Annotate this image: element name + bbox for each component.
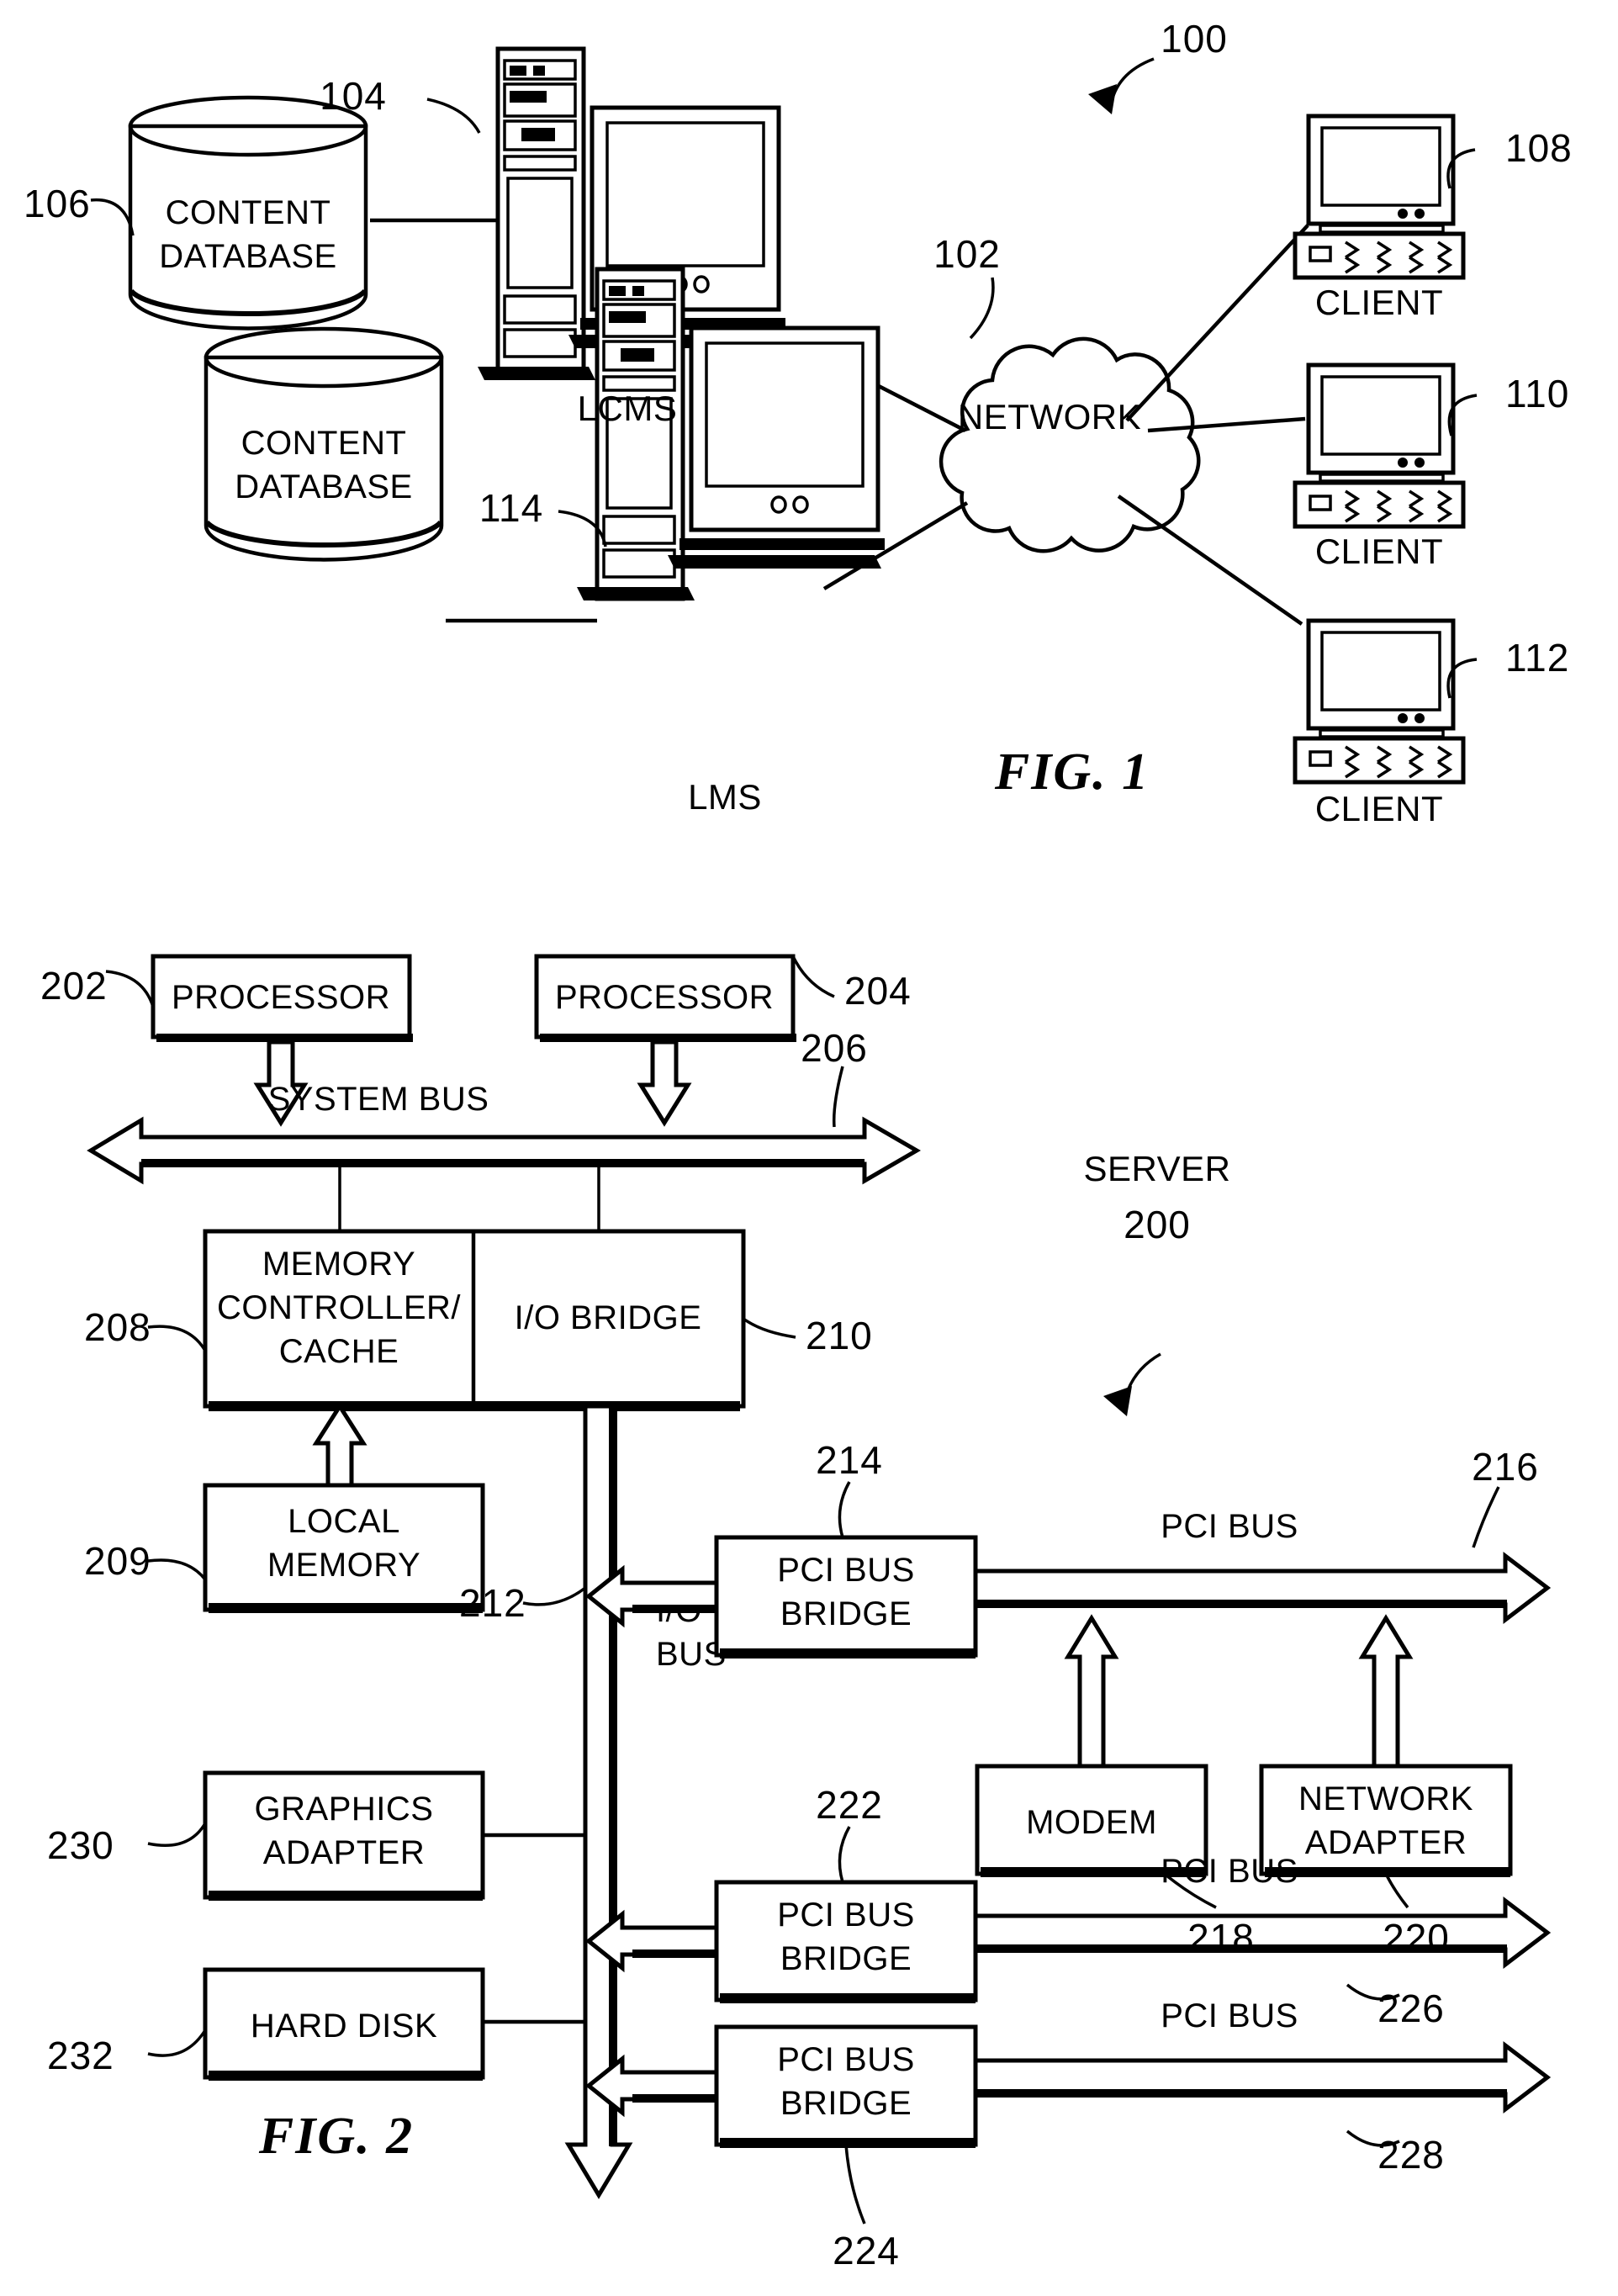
ref-224: 224 xyxy=(833,2229,900,2272)
ref-202: 202 xyxy=(40,964,108,1008)
leader-204 xyxy=(792,957,835,998)
pci-bus-226-label: PCI BUS xyxy=(1161,1853,1298,1890)
pci-bus-226-arrow xyxy=(973,1896,1552,1970)
netadapter-to-pci216-arrow xyxy=(1358,1614,1414,1769)
leader-224 xyxy=(844,2144,866,2225)
leader-208 xyxy=(147,1325,207,1352)
ref-226: 226 xyxy=(1377,1987,1445,2030)
ref-204: 204 xyxy=(844,969,912,1013)
pci-bus-216-arrow xyxy=(973,1551,1552,1625)
leader-220 xyxy=(1384,1873,1409,1909)
local-memory-line1: LOCAL xyxy=(288,1503,400,1540)
leader-210 xyxy=(742,1317,796,1339)
leader-214 xyxy=(838,1481,851,1538)
ref-208: 208 xyxy=(84,1305,151,1349)
ref-222: 222 xyxy=(816,1783,883,1827)
patent-drawing-sheet: 106 104 114 102 100 108 110 112 CONTENT … xyxy=(0,0,1618,2296)
pci-bus-216-label: PCI BUS xyxy=(1161,1508,1298,1545)
memory-controller-line1: MEMORY xyxy=(262,1246,415,1283)
leader-206 xyxy=(832,1066,844,1128)
modem-to-pci216-arrow xyxy=(1064,1614,1119,1769)
ref-220: 220 xyxy=(1383,1916,1450,1960)
local-memory-to-memctl-arrow xyxy=(312,1402,367,1488)
ref-228: 228 xyxy=(1377,2133,1445,2177)
pci-bus-228-arrow xyxy=(973,2040,1552,2114)
ref-232: 232 xyxy=(47,2034,114,2077)
memory-controller-line3: CACHE xyxy=(279,1333,399,1370)
leader-230 xyxy=(147,1823,207,1847)
ref-210: 210 xyxy=(806,1314,873,1357)
system-bus-arrow xyxy=(87,1116,921,1185)
leader-222 xyxy=(838,1826,851,1883)
ref-206: 206 xyxy=(801,1026,868,1070)
system-bus-label: SYSTEM BUS xyxy=(268,1081,489,1118)
pci-bridge-214-line2: BRIDGE xyxy=(780,1595,912,1632)
modem-label: MODEM xyxy=(1026,1804,1157,1841)
network-adapter-line2: ADAPTER xyxy=(1305,1824,1467,1861)
server-ref: 200 xyxy=(1124,1203,1191,1246)
leader-209 xyxy=(147,1558,207,1581)
server-label: SERVER xyxy=(1084,1149,1231,1188)
hard-disk-label: HARD DISK xyxy=(251,2008,437,2045)
pci-bridge-224-line2: BRIDGE xyxy=(780,2085,912,2122)
local-memory-line2: MEMORY xyxy=(267,1547,420,1584)
graphics-adapter-line2: ADAPTER xyxy=(263,1834,425,1871)
leader-202 xyxy=(105,970,155,1008)
io-bridge-label: I/O BRIDGE xyxy=(515,1299,702,1336)
leader-212 xyxy=(522,1586,587,1606)
figure-2-caption: FIG. 2 xyxy=(258,2108,414,2165)
leader-232 xyxy=(147,2029,207,2057)
pci-bridge-224-line1: PCI BUS xyxy=(777,2041,915,2078)
ref-212: 212 xyxy=(459,1581,526,1625)
ref-214: 214 xyxy=(816,1438,883,1482)
network-adapter-line1: NETWORK xyxy=(1298,1780,1473,1817)
pci-bridge-222-line1: PCI BUS xyxy=(777,1897,915,1934)
pci-bridge-214-line1: PCI BUS xyxy=(777,1552,915,1589)
figure-2-group: PROCESSOR PROCESSOR SYSTEM BUS MEMORY CO… xyxy=(40,954,1552,2272)
pci-bridge-222-line2: BRIDGE xyxy=(780,1940,912,1977)
processor-204-to-bus-arrow xyxy=(637,1040,692,1127)
ref-216: 216 xyxy=(1472,1445,1539,1489)
processor-202-label: PROCESSOR xyxy=(172,979,390,1016)
ref-209: 209 xyxy=(84,1539,151,1583)
memory-controller-line2: CONTROLLER/ xyxy=(217,1289,461,1326)
ref-218: 218 xyxy=(1187,1916,1255,1960)
leader-216 xyxy=(1472,1486,1500,1548)
graphics-adapter-line1: GRAPHICS xyxy=(255,1791,434,1828)
pci-bus-228-label: PCI BUS xyxy=(1161,1997,1298,2034)
processor-204-label: PROCESSOR xyxy=(555,979,774,1016)
ref-230: 230 xyxy=(47,1823,114,1867)
